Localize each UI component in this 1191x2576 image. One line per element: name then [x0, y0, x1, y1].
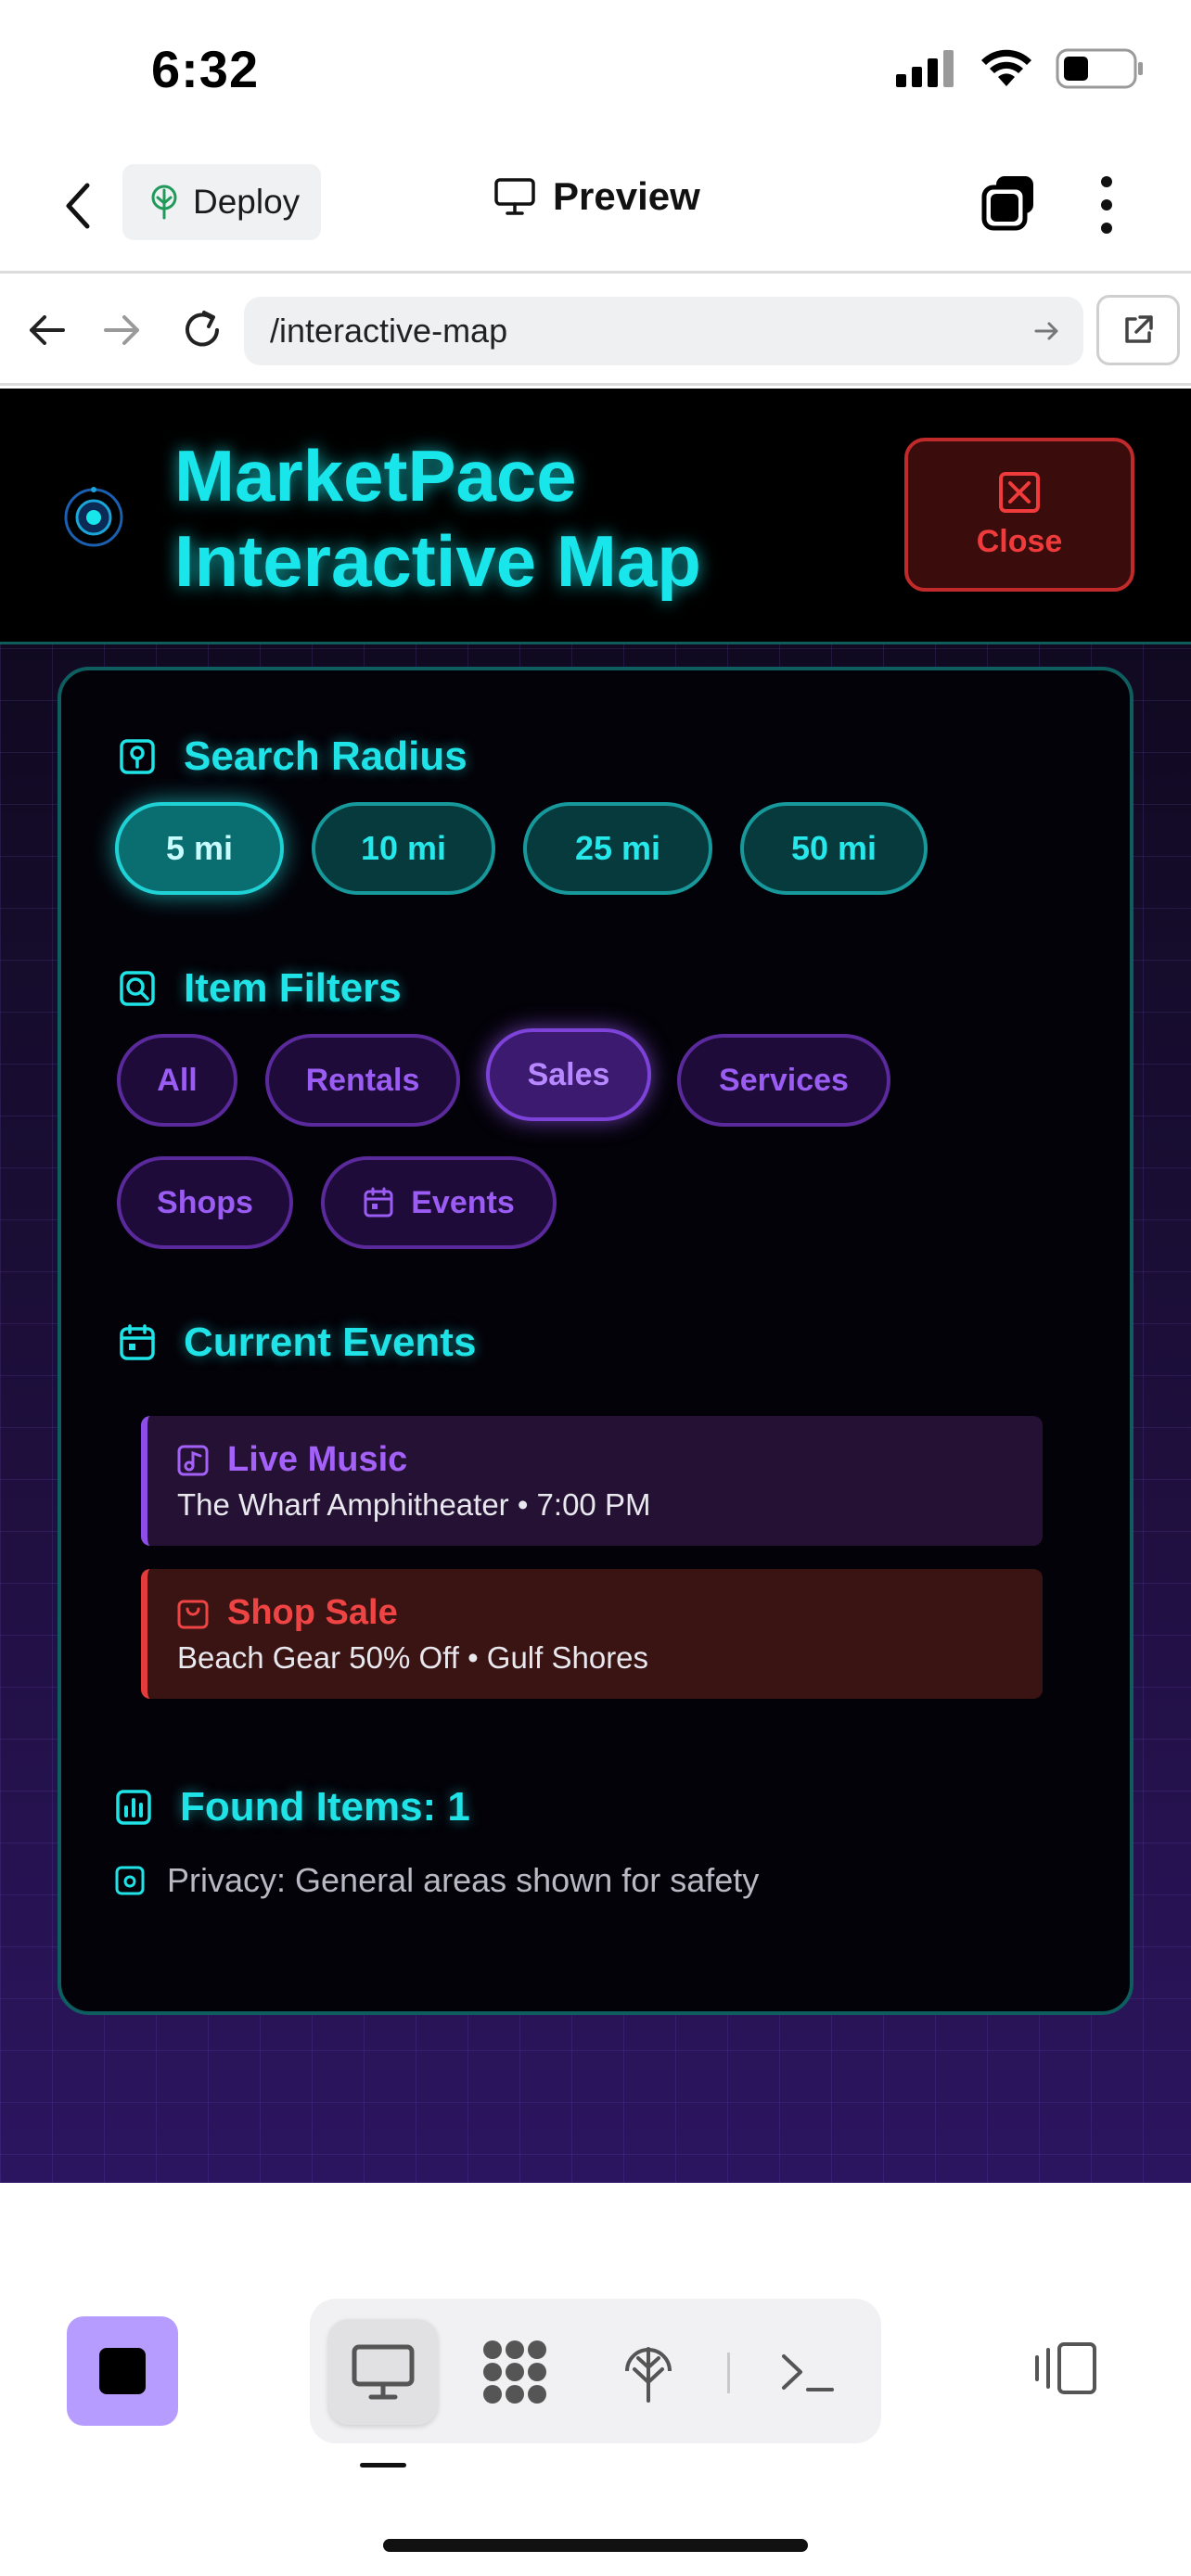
found-items-label: Found Items: 1: [180, 1784, 470, 1830]
app-top-bar: Deploy Preview: [0, 139, 1191, 274]
filter-label: Shops: [157, 1184, 253, 1220]
found-items-title: Found Items: 1: [115, 1784, 470, 1830]
segment-terminal[interactable]: [753, 2319, 863, 2425]
deploy-tree-icon: [625, 2347, 672, 2403]
go-arrow-icon[interactable]: [1031, 315, 1063, 347]
bottom-toolbar: [0, 2183, 1191, 2576]
view-segmented-control: [310, 2299, 881, 2443]
filter-label: Rentals: [305, 1062, 420, 1098]
kebab-icon[interactable]: [1093, 172, 1121, 237]
filter-label: Sales: [527, 1056, 610, 1092]
segment-preview[interactable]: [328, 2319, 438, 2425]
close-label: Close: [976, 523, 1063, 559]
device-switch-icon[interactable]: [1031, 2340, 1100, 2396]
event-title: Live Music: [227, 1440, 408, 1479]
segment-divider: [727, 2353, 730, 2393]
stop-icon: [99, 2348, 146, 2394]
preview-title: Preview: [493, 174, 700, 219]
url-bar: /interactive-map: [0, 276, 1191, 386]
status-bar: 6:32: [0, 0, 1191, 139]
status-time: 6:32: [151, 40, 260, 98]
shopping-bag-icon: [177, 1600, 209, 1628]
signal-icon: [896, 50, 954, 87]
filter-label: Services: [719, 1062, 849, 1098]
url-text: /interactive-map: [270, 312, 508, 350]
map-title-line1: MarketPace: [174, 435, 577, 516]
url-input[interactable]: /interactive-map: [244, 297, 1083, 365]
radar-logo-icon: [64, 487, 123, 547]
chevron-left-icon[interactable]: [58, 176, 98, 236]
item-filters-label: Item Filters: [184, 965, 402, 1011]
preview-label: Preview: [553, 174, 700, 218]
terminal-icon: [782, 2354, 834, 2391]
calendar-icon: [364, 1187, 393, 1218]
deploy-button[interactable]: Deploy: [122, 164, 321, 240]
arrow-right-icon[interactable]: [96, 304, 148, 356]
segment-deploy[interactable]: [594, 2319, 703, 2425]
event-title: Shop Sale: [227, 1593, 398, 1632]
wifi-icon: [981, 49, 1031, 86]
active-segment-indicator: [360, 2463, 406, 2468]
battery-icon: [1056, 48, 1143, 89]
radius-option-50[interactable]: 50 mi: [740, 802, 928, 895]
event-header: Live Music: [177, 1440, 1043, 1480]
reload-icon[interactable]: [176, 304, 228, 356]
segment-dots[interactable]: [460, 2319, 570, 2425]
monitor-icon: [352, 2344, 415, 2400]
event-card-live-music[interactable]: Live Music The Wharf Amphitheater • 7:00…: [141, 1416, 1043, 1546]
filter-shops[interactable]: Shops: [117, 1156, 293, 1249]
home-indicator: [383, 2539, 808, 2552]
monitor-icon: [494, 178, 535, 215]
item-filters-title: Item Filters: [119, 965, 402, 1012]
stop-button[interactable]: [67, 2316, 178, 2426]
deploy-tree-icon: [151, 185, 177, 220]
privacy-text: Privacy: General areas shown for safety: [167, 1861, 760, 1899]
preview-content: MarketPace Interactive Map Close Search …: [0, 389, 1191, 2183]
current-events-label: Current Events: [184, 1320, 477, 1365]
filter-label: Events: [411, 1184, 515, 1220]
music-icon: [177, 1445, 209, 1475]
filter-rentals[interactable]: Rentals: [265, 1034, 460, 1127]
event-detail: The Wharf Amphitheater • 7:00 PM: [177, 1487, 651, 1522]
filter-events[interactable]: Events: [321, 1156, 557, 1249]
bar-chart-icon: [116, 1790, 151, 1825]
radius-label: 25 mi: [574, 829, 661, 867]
camera-icon: [115, 1866, 145, 1895]
radius-option-25[interactable]: 25 mi: [523, 802, 712, 895]
event-header: Shop Sale: [177, 1593, 1043, 1633]
radius-option-10[interactable]: 10 mi: [312, 802, 495, 895]
map-header: MarketPace Interactive Map Close: [0, 389, 1191, 644]
arrow-left-icon[interactable]: [20, 304, 72, 356]
deploy-label: Deploy: [193, 183, 301, 221]
search-radius-title: Search Radius: [119, 733, 467, 780]
open-external-button[interactable]: [1096, 295, 1180, 365]
radius-option-5[interactable]: 5 mi: [115, 802, 284, 895]
radius-label: 5 mi: [165, 829, 234, 867]
filter-sales[interactable]: Sales: [486, 1028, 651, 1121]
current-events-title: Current Events: [119, 1320, 476, 1366]
status-icons: [896, 48, 1145, 89]
event-detail: Beach Gear 50% Off • Gulf Shores: [177, 1640, 649, 1675]
filter-label: All: [157, 1062, 198, 1098]
search-radius-label: Search Radius: [184, 733, 467, 779]
close-button[interactable]: Close: [904, 438, 1134, 592]
radius-label: 10 mi: [360, 829, 447, 867]
filter-services[interactable]: Services: [677, 1034, 890, 1127]
dots-grid-icon: [483, 2340, 546, 2404]
tabs-icon[interactable]: [980, 172, 1039, 232]
filter-all[interactable]: All: [117, 1034, 237, 1127]
search-filter-icon: [120, 971, 155, 1006]
radius-label: 50 mi: [790, 829, 877, 867]
event-card-shop-sale[interactable]: Shop Sale Beach Gear 50% Off • Gulf Shor…: [141, 1569, 1043, 1699]
external-link-icon: [1125, 315, 1153, 343]
privacy-note: Privacy: General areas shown for safety: [115, 1861, 759, 1900]
map-title-line2: Interactive Map: [174, 520, 701, 602]
map-title: MarketPace Interactive Map: [174, 433, 701, 604]
location-pin-icon: [120, 739, 155, 774]
calendar-icon: [120, 1324, 155, 1360]
close-icon: [999, 471, 1040, 513]
